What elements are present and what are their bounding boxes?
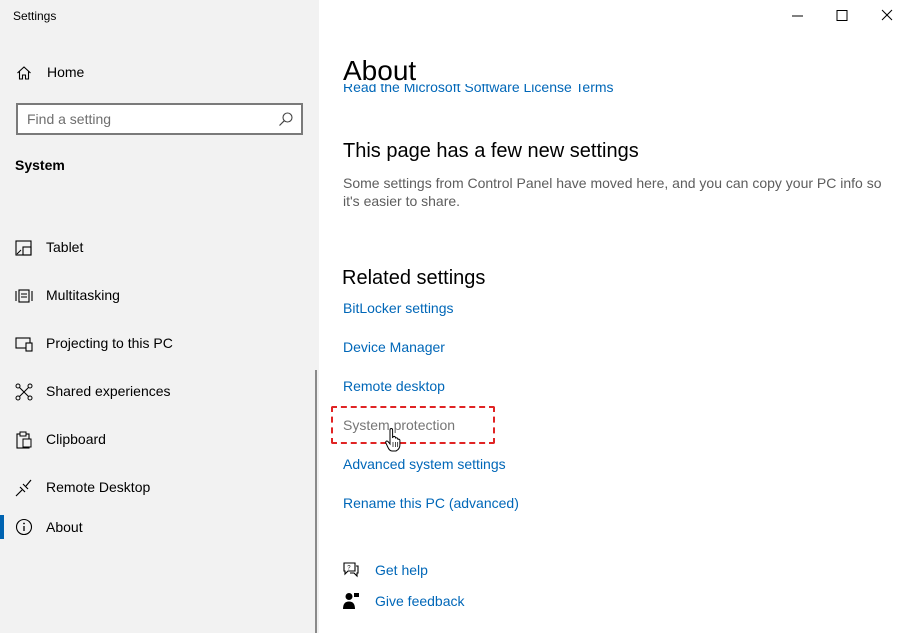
hand-cursor-icon	[385, 428, 401, 452]
info-icon	[15, 518, 33, 536]
sidebar-item-label: Shared experiences	[46, 383, 171, 399]
multitasking-icon	[15, 289, 33, 303]
new-settings-heading: This page has a few new settings	[343, 140, 639, 162]
sidebar-item-multitasking[interactable]: Multitasking	[0, 275, 319, 315]
home-icon	[17, 66, 31, 80]
shared-experiences-icon	[15, 383, 33, 401]
bitlocker-settings-link[interactable]: BitLocker settings	[343, 300, 454, 316]
feedback-icon	[343, 593, 359, 609]
projecting-icon	[15, 337, 33, 352]
sidebar-item-home[interactable]: Home	[0, 58, 319, 88]
rename-pc-link[interactable]: Rename this PC (advanced)	[343, 495, 519, 511]
search-icon[interactable]	[278, 111, 294, 127]
sidebar-item-label: About	[46, 519, 83, 535]
sidebar-item-tablet[interactable]: Tablet	[0, 227, 319, 267]
sidebar-item-shared-experiences[interactable]: Shared experiences	[0, 371, 319, 411]
remote-desktop-link[interactable]: Remote desktop	[343, 378, 445, 394]
app-title: Settings	[13, 9, 57, 23]
sidebar-item-label: Multitasking	[46, 287, 120, 303]
maximize-icon[interactable]	[830, 4, 854, 28]
advanced-system-settings-link[interactable]: Advanced system settings	[343, 456, 506, 472]
get-help-link[interactable]: Get help	[375, 562, 428, 578]
sidebar-item-label: Clipboard	[46, 431, 106, 447]
license-terms-link[interactable]: Read the Microsoft Software License Term…	[343, 84, 614, 98]
sidebar-item-about[interactable]: About	[0, 515, 319, 555]
tablet-icon	[15, 240, 32, 256]
sidebar-item-projecting[interactable]: Projecting to this PC	[0, 323, 319, 363]
new-settings-description: Some settings from Control Panel have mo…	[343, 175, 882, 209]
get-help-icon: ?	[343, 562, 359, 578]
remote-desktop-icon	[15, 479, 32, 497]
sidebar-item-remote-desktop[interactable]: Remote Desktop	[0, 467, 319, 507]
search-placeholder: Find a setting	[27, 111, 112, 127]
sidebar-item-label: Tablet	[46, 239, 84, 255]
sidebar-item-clipboard[interactable]: Clipboard	[0, 419, 319, 459]
give-feedback-link[interactable]: Give feedback	[375, 593, 465, 609]
section-title: System	[15, 157, 65, 173]
sidebar-item-label: Projecting to this PC	[46, 335, 173, 351]
sidebar-item-label: Remote Desktop	[46, 479, 151, 495]
related-settings-heading: Related settings	[342, 267, 486, 289]
scrollbar[interactable]	[315, 370, 317, 633]
sidebar: Settings Home Find a setting System Tabl…	[0, 0, 319, 633]
device-manager-link[interactable]: Device Manager	[343, 339, 445, 355]
close-icon[interactable]	[875, 4, 899, 28]
sidebar-item-label: Home	[47, 64, 85, 80]
minimize-icon[interactable]	[786, 4, 810, 28]
clipboard-icon	[16, 431, 32, 449]
search-input[interactable]: Find a setting	[16, 103, 303, 135]
page-title: About	[343, 55, 417, 86]
